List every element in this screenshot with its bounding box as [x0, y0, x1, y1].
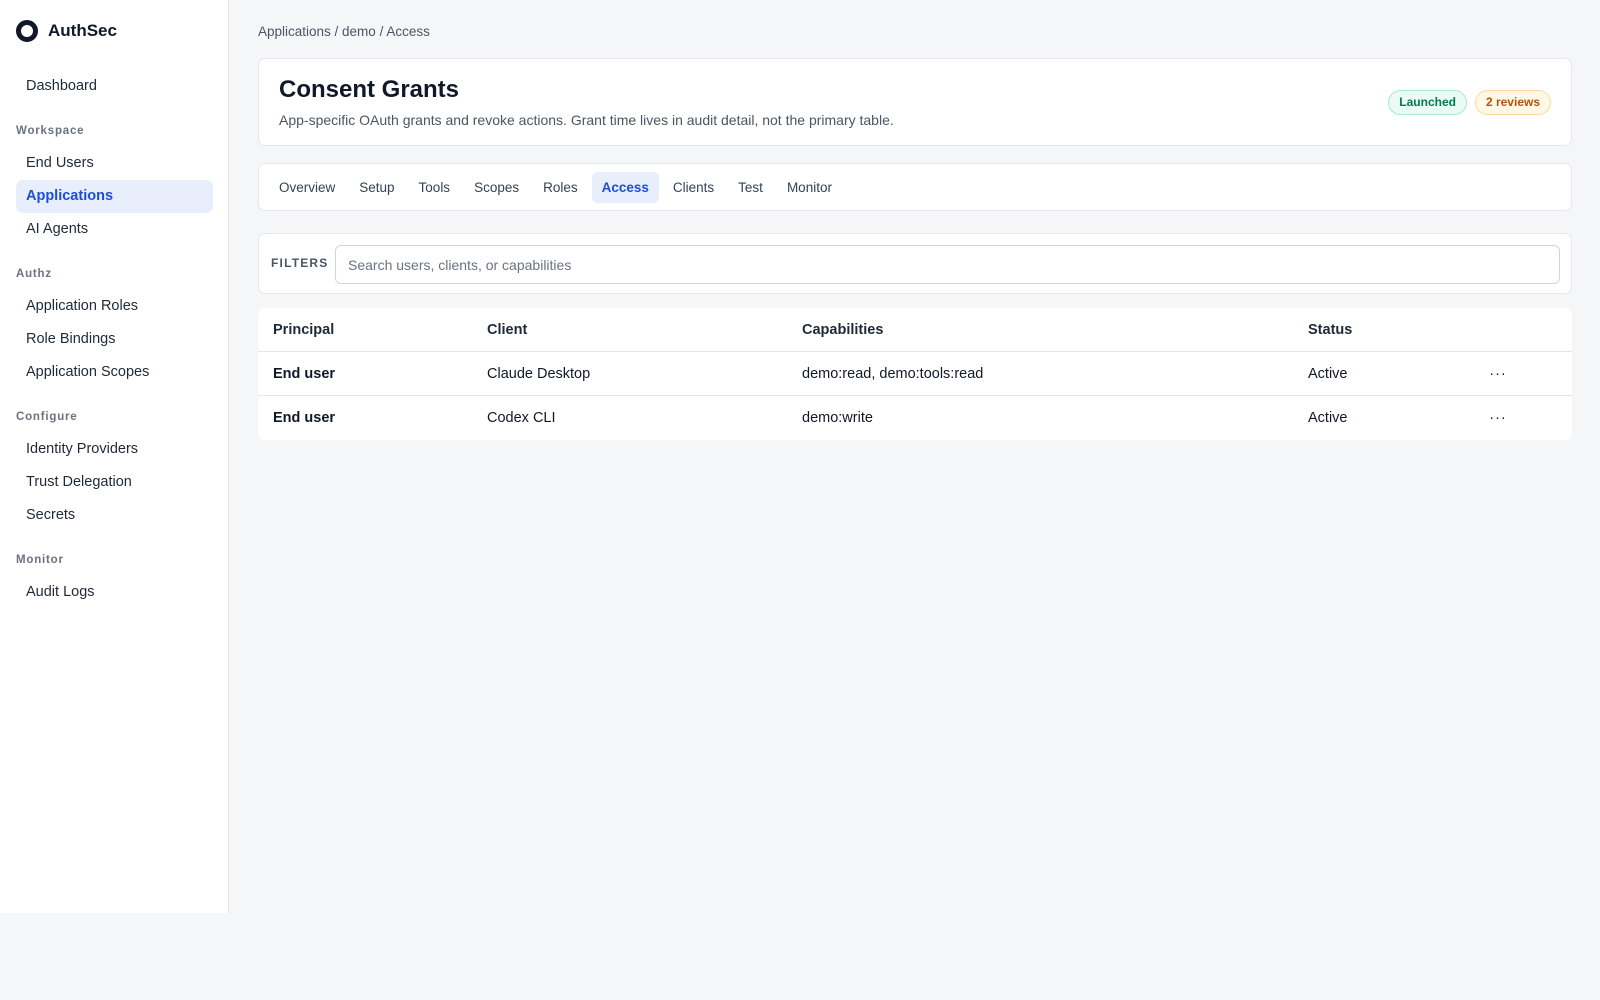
cell-capabilities: demo:read, demo:tools:read — [802, 366, 984, 382]
tab-tools[interactable]: Tools — [409, 172, 461, 203]
sidebar-section-workspace: Workspace — [16, 125, 85, 137]
filters-label: FILTERS — [271, 256, 329, 270]
grants-table: Principal Client Capabilities Status End… — [258, 308, 1572, 440]
status-badges: Launched 2 reviews — [1388, 90, 1551, 115]
sidebar-item-end-users[interactable]: End Users — [16, 147, 213, 180]
column-header-principal[interactable]: Principal — [273, 308, 334, 352]
sidebar-item-trust-delegation[interactable]: Trust Delegation — [16, 466, 213, 499]
column-header-capabilities[interactable]: Capabilities — [802, 308, 883, 352]
sidebar-section-configure: Configure — [16, 411, 78, 423]
sidebar-item-applications[interactable]: Applications — [16, 180, 213, 213]
table-row[interactable]: End user Claude Desktop demo:read, demo:… — [258, 352, 1572, 396]
tab-monitor[interactable]: Monitor — [777, 172, 842, 203]
sidebar-item-dashboard[interactable]: Dashboard — [16, 70, 213, 103]
cell-capabilities: demo:write — [802, 410, 873, 426]
cell-status: Active — [1308, 366, 1348, 382]
page-title: Consent Grants — [279, 76, 460, 103]
filters-bar: FILTERS — [258, 233, 1572, 294]
tab-roles[interactable]: Roles — [533, 172, 588, 203]
page-header: Consent Grants App-specific OAuth grants… — [258, 58, 1572, 146]
more-horizontal-icon[interactable]: ··· — [1483, 352, 1513, 396]
sidebar-nav: Dashboard Workspace End Users Applicatio… — [16, 70, 213, 609]
cell-status: Active — [1308, 410, 1348, 426]
ring-logo-icon — [16, 20, 38, 42]
sidebar-item-ai-agents[interactable]: AI Agents — [16, 213, 213, 246]
column-header-status[interactable]: Status — [1308, 308, 1352, 352]
sidebar-item-identity-providers[interactable]: Identity Providers — [16, 433, 213, 466]
sidebar-item-role-bindings[interactable]: Role Bindings — [16, 323, 213, 356]
sidebar-item-secrets[interactable]: Secrets — [16, 499, 213, 532]
page-subtitle: App-specific OAuth grants and revoke act… — [279, 112, 894, 128]
tab-clients[interactable]: Clients — [663, 172, 724, 203]
cell-principal: End user — [273, 366, 336, 382]
sidebar-item-application-scopes[interactable]: Application Scopes — [16, 356, 213, 389]
sidebar: AuthSec Dashboard Workspace End Users Ap… — [0, 0, 229, 913]
sidebar-section-monitor: Monitor — [16, 554, 64, 566]
breadcrumb[interactable]: Applications / demo / Access — [258, 24, 430, 39]
cell-principal: End user — [273, 410, 336, 426]
more-horizontal-icon[interactable]: ··· — [1483, 396, 1513, 440]
app-tabs: Overview Setup Tools Scopes Roles Access… — [258, 163, 1572, 211]
search-input[interactable] — [335, 245, 1560, 284]
tab-test[interactable]: Test — [728, 172, 773, 203]
tab-setup[interactable]: Setup — [349, 172, 404, 203]
sidebar-section-authz: Authz — [16, 268, 52, 280]
sidebar-item-application-roles[interactable]: Application Roles — [16, 290, 213, 323]
tab-access[interactable]: Access — [591, 171, 659, 203]
tab-scopes[interactable]: Scopes — [464, 172, 529, 203]
reviews-badge[interactable]: 2 reviews — [1474, 90, 1551, 115]
brand-name: AuthSec — [48, 21, 117, 40]
cell-client: Codex CLI — [487, 410, 556, 426]
table-row[interactable]: End user Codex CLI demo:write Active ··· — [258, 396, 1572, 440]
sidebar-item-audit-logs[interactable]: Audit Logs — [16, 576, 213, 609]
launched-badge: Launched — [1388, 90, 1467, 115]
cell-client: Claude Desktop — [487, 366, 591, 382]
column-header-client[interactable]: Client — [487, 308, 527, 352]
brand[interactable]: AuthSec — [16, 20, 117, 42]
table-header-row: Principal Client Capabilities Status — [258, 308, 1572, 352]
tab-overview[interactable]: Overview — [269, 172, 345, 203]
